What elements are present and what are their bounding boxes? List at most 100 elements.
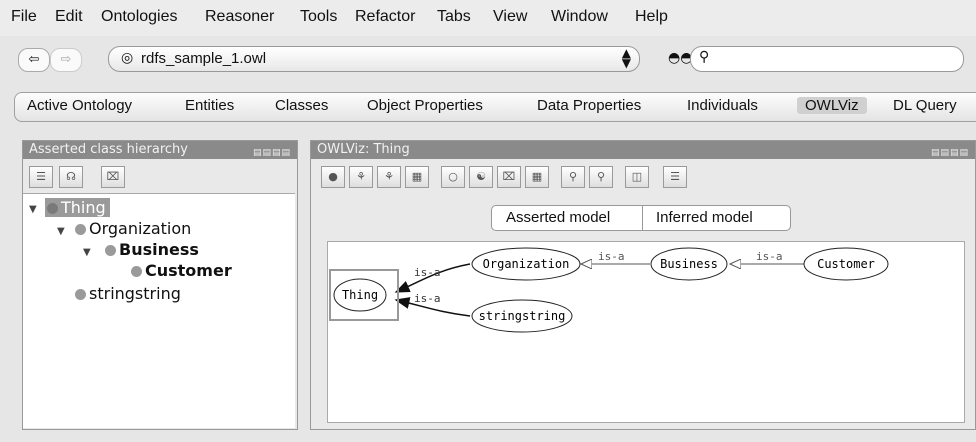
edge-organization-thing: is-a xyxy=(394,263,471,293)
node-organization[interactable]: Organization xyxy=(471,247,581,281)
tab-inferred-model[interactable]: Inferred model xyxy=(656,209,753,226)
tree-item-stringstring[interactable]: stringstring xyxy=(75,284,181,303)
edge-customer-business: is-a xyxy=(730,250,806,264)
svg-text:Thing: Thing xyxy=(342,288,378,302)
class-dot-icon xyxy=(75,289,86,300)
hide-subclasses-button[interactable]: ☯ xyxy=(469,166,493,188)
export-button[interactable]: ◫ xyxy=(625,166,649,188)
tab-active-ontology[interactable]: Active Ontology xyxy=(27,97,132,114)
show-class-button[interactable]: ● xyxy=(321,166,345,188)
model-tabs: Asserted model Inferred model xyxy=(491,205,791,231)
class-dot-icon xyxy=(75,224,86,235)
tree-item-business[interactable]: Business xyxy=(105,240,199,259)
forward-arrow-icon: ⇨ xyxy=(60,52,72,67)
menu-tabs[interactable]: Tabs xyxy=(437,8,471,26)
class-dot-icon xyxy=(131,266,142,277)
show-superclasses-button[interactable]: ⚘ xyxy=(377,166,401,188)
tab-data-properties[interactable]: Data Properties xyxy=(537,97,641,114)
edge-label: is-a xyxy=(756,250,783,263)
menu-ontologies[interactable]: Ontologies xyxy=(101,8,178,26)
add-subclass-button[interactable]: ☰ xyxy=(29,166,53,188)
hide-all-icon: ⌧ xyxy=(502,170,516,183)
tab-individuals[interactable]: Individuals xyxy=(687,97,758,114)
tab-asserted-model[interactable]: Asserted model xyxy=(506,209,610,226)
node-thing[interactable]: Thing xyxy=(329,269,399,321)
menu-refactor[interactable]: Refactor xyxy=(355,8,415,26)
menu-window[interactable]: Window xyxy=(551,8,608,26)
hierarchy-icon: ☯ xyxy=(476,170,486,183)
zoom-out-button[interactable]: ⚲ xyxy=(561,166,585,188)
zoom-in-icon: ⚲ xyxy=(596,170,606,183)
show-all-button[interactable]: ▦ xyxy=(405,166,429,188)
expand-triangle-icon[interactable]: ▼ xyxy=(57,226,65,237)
hide-all-button[interactable]: ⌧ xyxy=(497,166,521,188)
tree-item-label: Thing xyxy=(61,198,106,217)
edge-stringstring-thing: is-a xyxy=(394,292,471,317)
menu-view[interactable]: View xyxy=(493,8,527,26)
tab-owlviz[interactable]: OWLViz xyxy=(797,97,867,114)
layout-button[interactable]: ▦ xyxy=(525,166,549,188)
svg-text:Organization: Organization xyxy=(483,257,570,271)
tree-item-organization[interactable]: Organization xyxy=(75,219,191,238)
class-dot-icon: ● xyxy=(328,170,338,183)
subclasses-icon: ⚘ xyxy=(356,170,366,183)
tab-bar: Active Ontology Entities Classes Object … xyxy=(14,92,976,122)
export-icon: ◫ xyxy=(631,170,643,183)
tab-entities[interactable]: Entities xyxy=(185,97,234,114)
edge-label: is-a xyxy=(414,292,441,305)
tree-item-thing[interactable]: Thing xyxy=(45,198,110,217)
node-business[interactable]: Business xyxy=(650,247,728,281)
class-hierarchy-panel: Asserted class hierarchy ▤▤▤▤ ☰ ☊ ⌧ ▼ Th… xyxy=(22,140,298,430)
edge-label: is-a xyxy=(414,266,441,279)
add-sibling-icon: ☊ xyxy=(66,170,76,183)
delete-class-button[interactable]: ⌧ xyxy=(101,166,125,188)
class-tree: ▼ Thing ▼ Organization ▼ Business Custom… xyxy=(23,193,295,428)
class-dot-icon xyxy=(105,245,116,256)
edge-label: is-a xyxy=(598,250,625,263)
chevron-updown-icon: ▲ ▼ xyxy=(621,46,631,70)
node-customer[interactable]: Customer xyxy=(803,247,889,281)
search-icon: ⚲ xyxy=(699,49,710,65)
menu-help[interactable]: Help xyxy=(635,8,668,26)
superclasses-icon: ⚘ xyxy=(384,170,394,183)
window-controls-icon[interactable]: ▤▤▤▤ xyxy=(931,144,969,162)
add-sibling-button[interactable]: ☊ xyxy=(59,166,83,188)
tree-item-label: Customer xyxy=(145,261,232,280)
tab-classes[interactable]: Classes xyxy=(275,97,328,114)
options-button[interactable]: ☰ xyxy=(663,166,687,188)
tree-item-customer[interactable]: Customer xyxy=(131,261,232,280)
back-arrow-icon: ⇦ xyxy=(28,52,40,67)
forward-button[interactable]: ⇨ xyxy=(50,48,82,72)
tab-object-properties[interactable]: Object Properties xyxy=(367,97,483,114)
class-graph: is-a is-a is-a is-a Thing Organization B… xyxy=(329,247,889,333)
edge-business-organization: is-a xyxy=(581,250,650,264)
ontology-selector[interactable]: ◎ rdfs_sample_1.owl ▲ ▼ xyxy=(108,46,640,72)
window-controls-icon[interactable]: ▤▤▤▤ xyxy=(253,144,291,162)
menu-reasoner[interactable]: Reasoner xyxy=(205,8,274,26)
owlviz-panel: OWLViz: Thing ▤▤▤▤ ● ⚘ ⚘ ▦ ○ ☯ ⌧ ▦ ⚲ ⚲ ◫… xyxy=(310,140,976,430)
expand-triangle-icon[interactable]: ▼ xyxy=(29,204,37,215)
panel-header: OWLViz: Thing ▤▤▤▤ xyxy=(311,141,975,159)
ontology-icon: ◎ xyxy=(121,50,134,66)
zoom-in-button[interactable]: ⚲ xyxy=(589,166,613,188)
expand-triangle-icon[interactable]: ▼ xyxy=(83,247,91,258)
tab-divider xyxy=(642,206,643,230)
panel-title: Asserted class hierarchy xyxy=(29,142,188,157)
tab-dl-query[interactable]: DL Query xyxy=(893,97,957,114)
back-button[interactable]: ⇦ xyxy=(18,48,50,72)
node-stringstring[interactable]: stringstring xyxy=(471,299,573,333)
menu-file[interactable]: File xyxy=(11,8,37,26)
show-subclasses-button[interactable]: ⚘ xyxy=(349,166,373,188)
hide-class-button[interactable]: ○ xyxy=(441,166,465,188)
layout-icon: ▦ xyxy=(531,170,543,183)
options-icon: ☰ xyxy=(670,170,680,183)
graph-canvas[interactable]: is-a is-a is-a is-a Thing Organization B… xyxy=(327,241,965,423)
search-input[interactable]: ⚲ xyxy=(690,46,964,72)
ontology-name: rdfs_sample_1.owl xyxy=(141,50,267,67)
class-dot-icon xyxy=(47,203,58,214)
grid-icon: ▦ xyxy=(411,170,423,183)
circle-icon: ○ xyxy=(448,170,458,183)
menu-tools[interactable]: Tools xyxy=(300,8,337,26)
svg-text:stringstring: stringstring xyxy=(479,309,566,323)
menu-edit[interactable]: Edit xyxy=(55,8,83,26)
